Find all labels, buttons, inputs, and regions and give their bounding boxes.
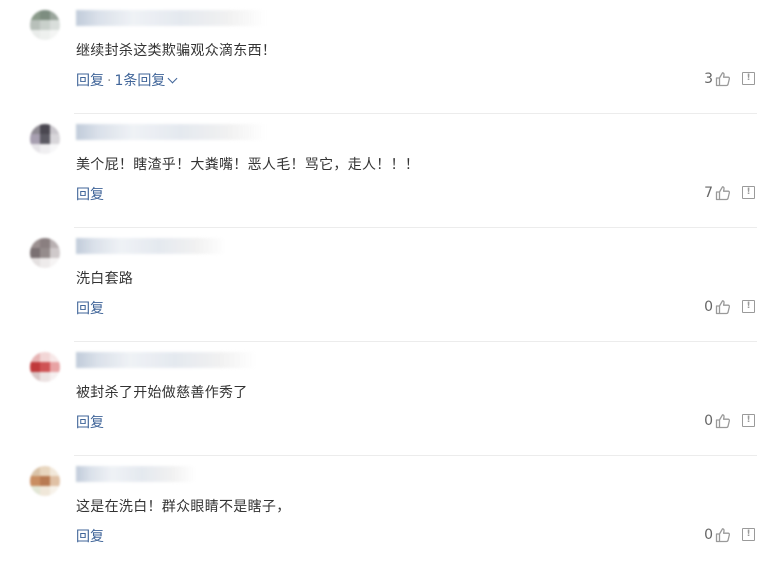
thumbs-up-icon (715, 528, 730, 543)
avatar-pixel (50, 248, 60, 258)
avatar-pixel (40, 20, 50, 30)
avatar-pixel (50, 258, 60, 268)
like-button[interactable]: 0 (704, 526, 731, 544)
avatar-pixel (40, 30, 50, 40)
username-blurred[interactable] (76, 10, 266, 26)
avatar-pixel (30, 10, 40, 20)
avatar-pixel (50, 352, 60, 362)
avatar-pixel (30, 466, 40, 476)
comment-item: 被封杀了开始做慈善作秀了 回复 0 ! (0, 342, 769, 456)
report-icon[interactable]: ! (742, 186, 755, 199)
like-button[interactable]: 7 (704, 184, 731, 202)
avatar-pixel (50, 476, 60, 486)
comment-item: 继续封杀这类欺骗观众滴东西！ 回复 · 1条回复 3 ! (0, 0, 769, 114)
avatar-pixel (50, 124, 60, 134)
avatar-pixel (30, 352, 40, 362)
comment-actions: 回复 (76, 184, 104, 204)
like-count: 0 (704, 299, 713, 315)
comment-text: 被封杀了开始做慈善作秀了 (76, 385, 248, 401)
thumbs-up-icon (715, 300, 730, 315)
avatar-pixel (30, 238, 40, 248)
reply-button[interactable]: 回复 (76, 301, 104, 317)
report-icon[interactable]: ! (742, 72, 755, 85)
comment-actions: 回复 (76, 412, 104, 432)
reply-button[interactable]: 回复 (76, 415, 104, 431)
like-count: 3 (704, 71, 713, 87)
comment-actions: 回复 · 1条回复 (76, 70, 178, 90)
avatar-pixel (50, 30, 60, 40)
comment-item: 这是在洗白！群众眼睛不是瞎子， 回复 0 ! (0, 456, 769, 570)
avatar-pixel (40, 124, 50, 134)
like-button[interactable]: 0 (704, 298, 731, 316)
comment-item: 美个屁！瞎渣乎！大粪嘴！恶人毛！骂它，走人！！！ 回复 7 ! (0, 114, 769, 228)
view-replies-link[interactable]: 1条回复 (114, 73, 178, 89)
avatar-pixel (40, 238, 50, 248)
reply-button[interactable]: 回复 (76, 187, 104, 203)
avatar[interactable] (30, 10, 60, 40)
avatar-pixel (50, 238, 60, 248)
avatar-pixel (50, 486, 60, 496)
reply-button[interactable]: 回复 (76, 73, 104, 89)
avatar-pixel (30, 362, 40, 372)
avatar[interactable] (30, 352, 60, 382)
avatar-pixel (30, 372, 40, 382)
username-blurred[interactable] (76, 238, 226, 254)
avatar-pixel (40, 362, 50, 372)
like-button[interactable]: 0 (704, 412, 731, 430)
avatar-pixel (40, 486, 50, 496)
separator: · (107, 73, 112, 89)
report-icon[interactable]: ! (742, 300, 755, 313)
username-blurred[interactable] (76, 124, 266, 140)
avatar-pixel (40, 258, 50, 268)
avatar-pixel (50, 20, 60, 30)
avatar-pixel (30, 248, 40, 258)
avatar-pixel (50, 372, 60, 382)
avatar-pixel (30, 134, 40, 144)
like-count: 0 (704, 527, 713, 543)
avatar-pixel (30, 258, 40, 268)
avatar-pixel (40, 372, 50, 382)
comment-text: 这是在洗白！群众眼睛不是瞎子， (76, 499, 291, 515)
comment-text: 美个屁！瞎渣乎！大粪嘴！恶人毛！骂它，走人！！！ (76, 157, 420, 173)
avatar-pixel (30, 144, 40, 154)
thumbs-up-icon (715, 414, 730, 429)
avatar-pixel (40, 134, 50, 144)
like-count: 0 (704, 413, 713, 429)
avatar-pixel (50, 144, 60, 154)
avatar-pixel (40, 476, 50, 486)
avatar[interactable] (30, 466, 60, 496)
report-icon[interactable]: ! (742, 528, 755, 541)
username-blurred[interactable] (76, 466, 196, 482)
avatar-pixel (40, 10, 50, 20)
avatar-pixel (40, 352, 50, 362)
avatar-pixel (50, 362, 60, 372)
reply-count-label: 1条回复 (114, 73, 166, 89)
comment-item: 洗白套路 回复 0 ! (0, 228, 769, 342)
comment-text: 洗白套路 (76, 271, 134, 287)
avatar-pixel (40, 144, 50, 154)
avatar-pixel (50, 466, 60, 476)
comment-actions: 回复 (76, 526, 104, 546)
avatar[interactable] (30, 238, 60, 268)
avatar-pixel (30, 30, 40, 40)
comment-actions: 回复 (76, 298, 104, 318)
thumbs-up-icon (715, 186, 730, 201)
like-button[interactable]: 3 (704, 70, 731, 88)
avatar-pixel (30, 124, 40, 134)
like-count: 7 (704, 185, 713, 201)
reply-button[interactable]: 回复 (76, 529, 104, 545)
avatar[interactable] (30, 124, 60, 154)
avatar-pixel (40, 248, 50, 258)
avatar-pixel (40, 466, 50, 476)
avatar-pixel (30, 20, 40, 30)
avatar-pixel (50, 10, 60, 20)
avatar-pixel (30, 486, 40, 496)
username-blurred[interactable] (76, 352, 256, 368)
report-icon[interactable]: ! (742, 414, 755, 427)
chevron-down-icon (167, 73, 178, 84)
comment-text: 继续封杀这类欺骗观众滴东西！ (76, 43, 277, 59)
avatar-pixel (50, 134, 60, 144)
avatar-pixel (30, 476, 40, 486)
thumbs-up-icon (715, 72, 730, 87)
